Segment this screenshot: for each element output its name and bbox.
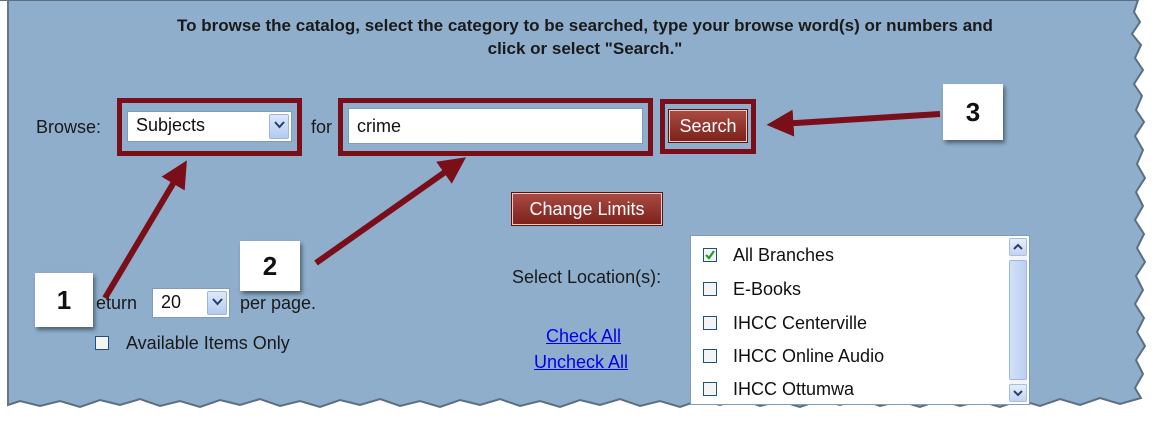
callout-1: 1 <box>35 273 93 327</box>
annotation-arrows <box>102 109 941 300</box>
callout-2: 2 <box>240 241 300 291</box>
arrow-icon <box>102 160 187 300</box>
callout-3: 3 <box>943 84 1003 140</box>
arrow-icon <box>766 109 941 137</box>
arrow-icon <box>314 157 467 266</box>
